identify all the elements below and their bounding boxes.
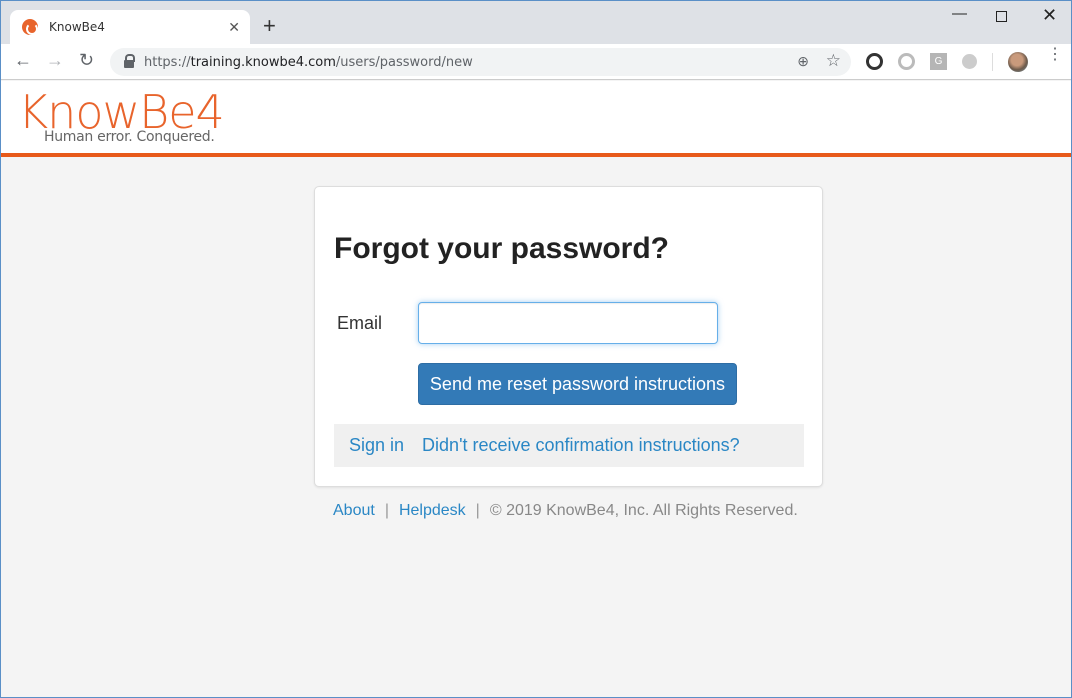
about-link[interactable]: About [333,502,375,519]
footer-separator: | [384,502,389,519]
page-title: Forgot your password? [334,232,670,265]
reload-icon[interactable]: ↻ [79,50,94,71]
close-window-button[interactable]: ✕ [1042,5,1057,26]
browser-toolbar: ← → ↻ https://training.knowbe4.com/users… [1,44,1071,80]
browser-tab[interactable]: KnowBe4 ✕ [10,10,250,44]
sign-in-link[interactable]: Sign in [349,435,404,456]
forward-arrow-icon[interactable]: → [46,50,64,71]
page-footer: About | Helpdesk | © 2019 KnowBe4, Inc. All … [333,502,798,520]
forgot-password-card: Forgot your password? Email Send me rese… [314,186,823,487]
extension-icon[interactable] [962,54,977,69]
new-tab-button[interactable]: + [263,15,276,37]
toolbar-divider [992,53,993,71]
send-reset-instructions-button[interactable]: Send me reset password instructions [418,363,737,405]
helpdesk-link[interactable]: Helpdesk [399,502,466,519]
extension-g-icon[interactable]: G [930,53,947,70]
email-field[interactable] [418,302,718,344]
profile-avatar[interactable] [1008,52,1028,72]
tab-title: KnowBe4 [49,20,105,34]
copyright-text: © 2019 KnowBe4, Inc. All Rights Reserved… [489,502,798,519]
zoom-icon[interactable]: ⊕ [797,53,809,70]
back-arrow-icon[interactable]: ← [14,50,32,71]
url-text[interactable]: https://training.knowbe4.com/users/passw… [144,55,473,70]
extension-icon[interactable] [898,53,915,70]
extension-icon[interactable] [866,53,883,70]
minimize-window-button[interactable]: — [952,5,967,22]
footer-separator: | [475,502,480,519]
knowbe4-logo[interactable]: KnowBe4 Human error. Conquered. [18,89,225,145]
site-header: KnowBe4 Human error. Conquered. [1,81,1071,157]
url-path: /users/password/new [335,54,473,70]
auth-links-bar: Sign in Didn't receive confirmation inst… [334,424,804,467]
close-tab-icon[interactable]: ✕ [228,19,240,36]
bookmark-star-icon[interactable]: ☆ [826,51,841,71]
browser-tab-bar: KnowBe4 ✕ + — ✕ [1,1,1071,44]
url-scheme: https:// [144,54,191,70]
url-host: training.knowbe4.com [190,54,336,70]
confirmation-instructions-link[interactable]: Didn't receive confirmation instructions… [422,435,740,456]
knowbe4-favicon-icon [22,19,38,35]
maximize-window-button[interactable] [996,11,1007,22]
browser-menu-icon[interactable]: ⋮ [1047,47,1063,63]
email-label: Email [337,313,383,333]
lock-icon [124,54,135,68]
address-bar[interactable]: https://training.knowbe4.com/users/passw… [110,48,851,76]
logo-tagline: Human error. Conquered. [44,129,215,145]
